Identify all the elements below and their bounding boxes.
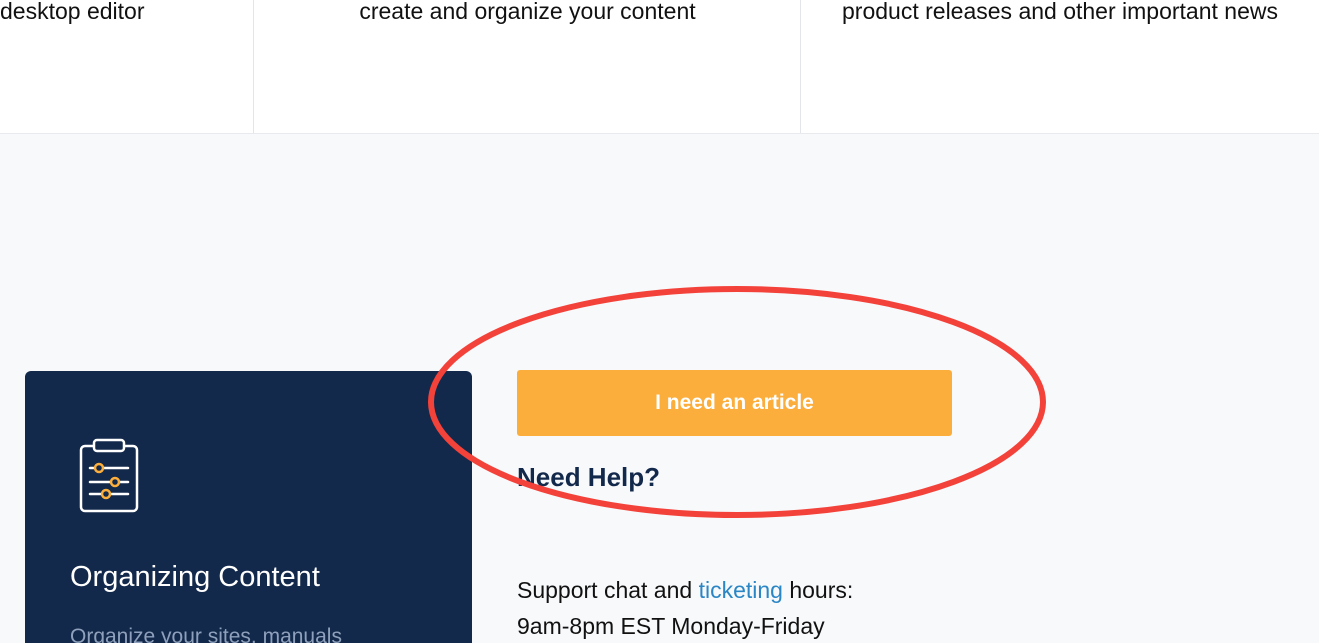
card-description: Organize your sites, manuals bbox=[70, 625, 342, 643]
ticketing-link[interactable]: ticketing bbox=[699, 577, 783, 603]
feature-description-1: desktop editor bbox=[0, 0, 145, 24]
features-strip: desktop editor create and organize your … bbox=[0, 0, 1319, 134]
hours-schedule: 9am-8pm EST Monday-Friday bbox=[517, 613, 825, 639]
hours-prefix: Support chat and bbox=[517, 577, 699, 603]
organizing-content-card[interactable]: Organizing Content Organize your sites, … bbox=[25, 371, 472, 643]
clipboard-settings-icon bbox=[79, 438, 139, 513]
feature-column-3: product releases and other important new… bbox=[800, 0, 1319, 133]
feature-description-3: product releases and other important new… bbox=[842, 0, 1278, 24]
feature-description-2: create and organize your content bbox=[359, 0, 696, 24]
page: desktop editor create and organize your … bbox=[0, 0, 1319, 643]
support-hours: Support chat and ticketing hours: 9am-8p… bbox=[517, 572, 853, 643]
need-help-heading: Need Help? bbox=[517, 462, 661, 492]
feature-column-2: create and organize your content bbox=[253, 0, 801, 133]
need-article-button[interactable]: I need an article bbox=[517, 370, 952, 436]
card-title: Organizing Content bbox=[70, 561, 320, 593]
feature-column-1: desktop editor bbox=[0, 0, 253, 133]
hours-suffix: hours: bbox=[782, 577, 854, 603]
